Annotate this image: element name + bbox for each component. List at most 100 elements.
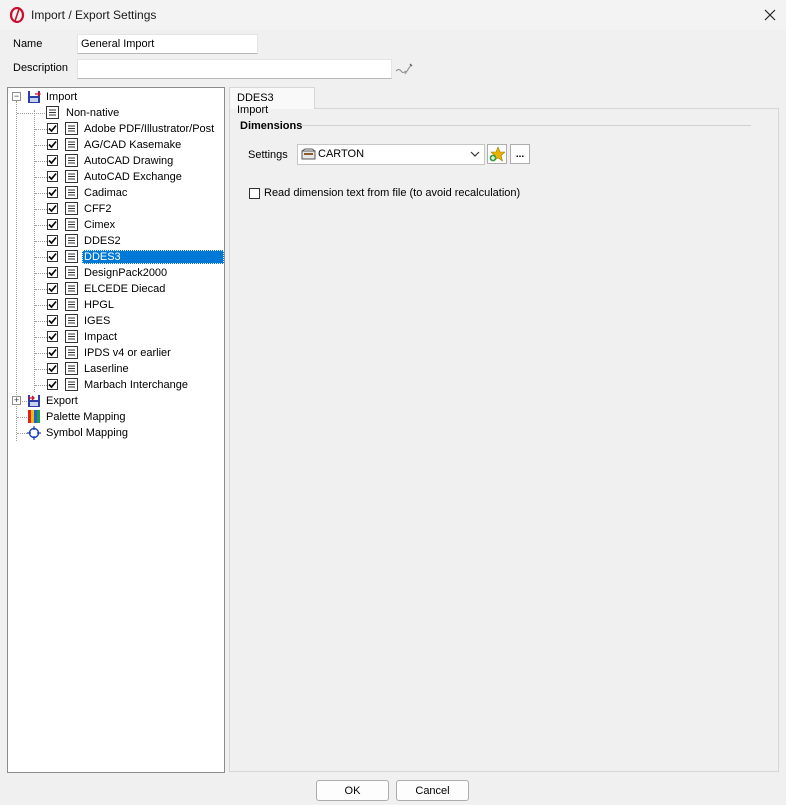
tree-item-checkbox[interactable] xyxy=(47,203,58,214)
more-options-button[interactable]: ... xyxy=(510,144,530,164)
tree-item-checkbox[interactable] xyxy=(47,331,58,342)
checkmark-icon xyxy=(48,284,57,293)
tree-item-checkbox[interactable] xyxy=(47,283,58,294)
checkmark-icon xyxy=(48,300,57,309)
tree-item-label[interactable]: Adobe PDF/Illustrator/Post xyxy=(82,122,216,136)
checkmark-icon xyxy=(48,204,57,213)
title-bar: Import / Export Settings xyxy=(0,0,786,30)
tree-item-label[interactable]: AutoCAD Exchange xyxy=(82,170,184,184)
add-favorite-button[interactable] xyxy=(487,144,507,164)
settings-page-icon xyxy=(65,362,78,375)
tree-item-label[interactable]: AutoCAD Drawing xyxy=(82,154,175,168)
tree-item-checkbox[interactable] xyxy=(47,267,58,278)
read-dimension-checkbox[interactable] xyxy=(249,188,260,199)
tree-item-label[interactable]: IGES xyxy=(82,314,112,328)
settings-page-icon xyxy=(65,186,78,199)
app-logo-icon xyxy=(9,7,25,23)
tree-import[interactable]: Import xyxy=(44,90,79,104)
settings-page-icon xyxy=(65,298,78,311)
tree-symbol-mapping[interactable]: Symbol Mapping xyxy=(44,426,130,440)
tree-item-checkbox[interactable] xyxy=(47,235,58,246)
tree-item-label[interactable]: CFF2 xyxy=(82,202,114,216)
export-expander[interactable]: + xyxy=(12,396,21,405)
tree-item-label[interactable]: DDES2 xyxy=(82,234,123,248)
tree-item-checkbox[interactable] xyxy=(47,379,58,390)
settings-page-icon xyxy=(46,106,59,119)
checkmark-icon xyxy=(48,124,57,133)
tree-item-label[interactable]: Impact xyxy=(82,330,119,344)
cancel-button[interactable]: Cancel xyxy=(396,780,469,801)
tree-item-checkbox[interactable] xyxy=(47,171,58,182)
settings-page-icon xyxy=(65,170,78,183)
tree-item-label[interactable]: HPGL xyxy=(82,298,116,312)
settings-dropdown-value: CARTON xyxy=(318,148,365,160)
settings-page-icon xyxy=(65,346,78,359)
symbol-icon xyxy=(27,426,41,440)
ok-button[interactable]: OK xyxy=(316,780,389,801)
checkmark-icon xyxy=(48,156,57,165)
tree-non-native[interactable]: Non-native xyxy=(64,106,121,120)
tree-item-checkbox[interactable] xyxy=(47,299,58,310)
star-add-icon xyxy=(489,146,505,162)
tree-export[interactable]: Export xyxy=(44,394,80,408)
description-field[interactable] xyxy=(77,59,392,79)
settings-page-icon xyxy=(65,330,78,343)
import-settings-panel xyxy=(229,108,779,772)
tree-item-label[interactable]: IPDS v4 or earlier xyxy=(82,346,173,360)
checkmark-icon xyxy=(48,220,57,229)
checkmark-icon xyxy=(48,380,57,389)
tree-item-label[interactable]: Cimex xyxy=(82,218,117,232)
checkmark-icon xyxy=(48,348,57,357)
checkmark-icon xyxy=(48,172,57,181)
settings-page-icon xyxy=(65,266,78,279)
tree-item-checkbox[interactable] xyxy=(47,219,58,230)
tree-item-label[interactable]: Laserline xyxy=(82,362,131,376)
settings-page-icon xyxy=(65,282,78,295)
tree-item-label[interactable]: ELCEDE Diecad xyxy=(82,282,167,296)
tree-item-checkbox[interactable] xyxy=(47,139,58,150)
settings-page-icon xyxy=(65,138,78,151)
import-expander[interactable]: − xyxy=(12,92,21,101)
floppy-import-icon xyxy=(28,91,41,103)
settings-page-icon xyxy=(65,154,78,167)
edit-description-icon[interactable] xyxy=(393,59,414,79)
tree-palette-mapping[interactable]: Palette Mapping xyxy=(44,410,128,424)
tree-item-checkbox[interactable] xyxy=(47,315,58,326)
description-label: Description xyxy=(13,62,69,74)
name-field[interactable]: General Import xyxy=(77,34,258,54)
tree-item-checkbox[interactable] xyxy=(47,123,58,134)
settings-page-icon xyxy=(65,202,78,215)
tree-item-label[interactable]: Marbach Interchange xyxy=(82,378,190,392)
settings-dropdown[interactable]: CARTON xyxy=(297,144,485,165)
settings-page-icon xyxy=(65,218,78,231)
tree-item-checkbox[interactable] xyxy=(47,363,58,374)
settings-page-icon xyxy=(65,122,78,135)
tree-item-checkbox[interactable] xyxy=(47,347,58,358)
tree-item-label[interactable]: AG/CAD Kasemake xyxy=(82,138,183,152)
floppy-export-icon xyxy=(28,395,40,407)
checkmark-icon xyxy=(48,140,57,149)
name-label: Name xyxy=(13,38,43,50)
close-icon xyxy=(764,9,776,21)
group-divider xyxy=(302,125,751,126)
checkmark-icon xyxy=(48,252,57,261)
settings-tree[interactable]: − Import Non-native Adobe PDF/Illustrato… xyxy=(7,87,225,773)
close-button[interactable] xyxy=(756,2,784,28)
tree-item-label[interactable]: Cadimac xyxy=(82,186,129,200)
settings-page-icon xyxy=(65,234,78,247)
tree-item-checkbox[interactable] xyxy=(47,155,58,166)
read-dimension-label[interactable]: Read dimension text from file (to avoid … xyxy=(264,187,520,199)
tree-item-label[interactable]: DesignPack2000 xyxy=(82,266,169,280)
checkmark-icon xyxy=(48,268,57,277)
chevron-down-icon xyxy=(470,151,480,157)
palette-icon xyxy=(28,410,40,423)
checkmark-icon xyxy=(48,236,57,245)
tree-item-checkbox[interactable] xyxy=(47,251,58,262)
tab-ddes3-import[interactable]: DDES3 Import xyxy=(229,87,315,116)
checkmark-icon xyxy=(48,188,57,197)
settings-page-icon xyxy=(65,314,78,327)
tree-item-checkbox[interactable] xyxy=(47,187,58,198)
dimensions-group-title: Dimensions xyxy=(240,120,303,132)
settings-label: Settings xyxy=(248,149,288,161)
tree-item-label[interactable]: DDES3 xyxy=(82,250,224,264)
